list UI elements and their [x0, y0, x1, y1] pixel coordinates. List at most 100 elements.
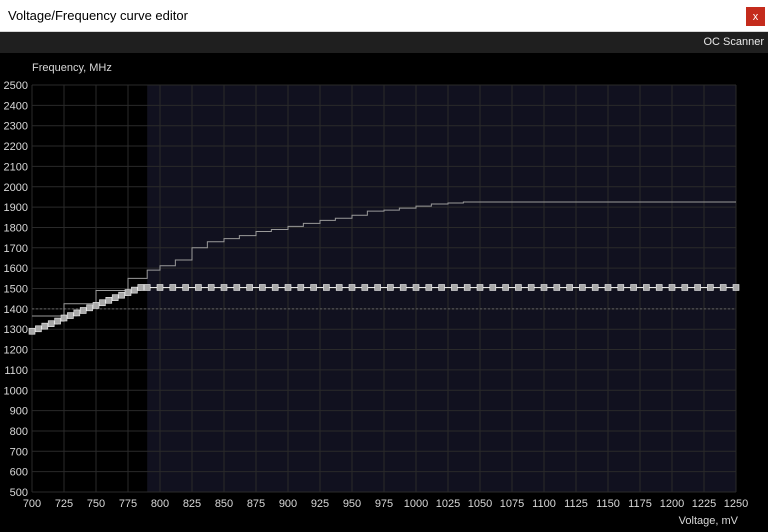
- x-tick-label: 975: [375, 498, 393, 510]
- x-tick-label: 1150: [596, 498, 620, 510]
- x-tick-label: 1250: [724, 498, 748, 510]
- curve-point-handle[interactable]: [54, 317, 61, 325]
- curve-point-handle[interactable]: [156, 284, 164, 291]
- curve-point-handle[interactable]: [207, 284, 215, 291]
- curve-point-handle[interactable]: [553, 284, 561, 291]
- curve-point-handle[interactable]: [374, 284, 381, 291]
- x-tick-label: 1175: [628, 498, 652, 510]
- curve-point-handle[interactable]: [387, 284, 394, 291]
- curve-point-handle[interactable]: [604, 284, 612, 291]
- y-tick-label: 2200: [4, 141, 28, 153]
- curve-point-handle[interactable]: [246, 284, 253, 291]
- y-tick-label: 600: [10, 467, 28, 479]
- y-tick-label: 1500: [4, 284, 28, 296]
- curve-point-handle[interactable]: [438, 284, 445, 291]
- curve-point-handle[interactable]: [233, 284, 241, 291]
- y-tick-label: 800: [10, 426, 28, 438]
- curve-point-handle[interactable]: [35, 325, 42, 333]
- curve-point-handle[interactable]: [451, 284, 458, 291]
- curve-point-handle[interactable]: [476, 284, 484, 291]
- x-tick-label: 700: [23, 498, 41, 510]
- curve-point-handle[interactable]: [540, 284, 548, 291]
- x-tick-label: 1075: [500, 498, 524, 510]
- x-tick-label: 1025: [436, 498, 460, 510]
- curve-point-handle[interactable]: [79, 307, 87, 314]
- curve-point-handle[interactable]: [271, 284, 279, 291]
- curve-point-handle[interactable]: [527, 284, 535, 291]
- curve-point-handle[interactable]: [655, 284, 663, 291]
- curve-point-handle[interactable]: [694, 284, 701, 291]
- curve-point-handle[interactable]: [143, 284, 151, 291]
- curve-point-handle[interactable]: [463, 284, 471, 291]
- x-tick-label: 1125: [564, 498, 588, 510]
- curve-point-handle[interactable]: [86, 304, 93, 312]
- curve-point-handle[interactable]: [105, 297, 113, 304]
- curve-point-handle[interactable]: [707, 284, 714, 291]
- curve-point-handle[interactable]: [732, 284, 740, 291]
- curve-point-handle[interactable]: [579, 284, 586, 291]
- y-tick-label: 2000: [4, 182, 28, 194]
- curve-point-handle[interactable]: [412, 284, 420, 291]
- y-tick-label: 1800: [4, 222, 28, 234]
- y-tick-label: 1700: [4, 243, 28, 255]
- curve-point-handle[interactable]: [617, 284, 625, 291]
- curve-point-handle[interactable]: [182, 284, 189, 291]
- x-tick-label: 725: [55, 498, 73, 510]
- curve-point-handle[interactable]: [323, 284, 330, 291]
- curve-point-handle[interactable]: [348, 284, 356, 291]
- curve-point-handle[interactable]: [515, 284, 522, 291]
- curve-point-handle[interactable]: [111, 294, 119, 301]
- curve-point-handle[interactable]: [92, 302, 100, 309]
- curve-point-handle[interactable]: [643, 284, 650, 291]
- x-tick-label: 875: [247, 498, 265, 510]
- curve-point-handle[interactable]: [118, 291, 125, 299]
- vf-curve-chart[interactable]: 700 725 750 775 800 825 850 875 900 925 950 975 1000…: [0, 0, 768, 532]
- curve-point-handle[interactable]: [284, 284, 292, 291]
- x-tick-label: 1050: [468, 498, 492, 510]
- y-tick-label: 2300: [4, 121, 28, 133]
- curve-point-handle[interactable]: [137, 284, 145, 291]
- curve-point-handle[interactable]: [73, 309, 81, 317]
- curve-point-handle[interactable]: [335, 284, 343, 291]
- curve-point-handle[interactable]: [489, 284, 497, 291]
- curve-point-handle[interactable]: [195, 284, 202, 291]
- curve-point-handle[interactable]: [28, 327, 36, 335]
- curve-point-handle[interactable]: [668, 284, 676, 291]
- y-tick-label: 2400: [4, 100, 28, 112]
- curve-point-handle[interactable]: [297, 284, 305, 291]
- x-tick-label: 925: [311, 498, 329, 510]
- curve-point-handle[interactable]: [502, 284, 509, 291]
- x-tick-label: 750: [87, 498, 105, 510]
- curve-point-handle[interactable]: [47, 320, 55, 328]
- curve-point-handle[interactable]: [681, 284, 689, 291]
- curve-point-handle[interactable]: [425, 284, 433, 291]
- curve-point-handle[interactable]: [719, 284, 727, 291]
- curve-point-handle[interactable]: [169, 284, 177, 291]
- x-tick-label: 1000: [404, 498, 428, 510]
- curve-point-handle[interactable]: [591, 284, 599, 291]
- curve-point-handle[interactable]: [220, 284, 228, 291]
- curve-point-handle[interactable]: [259, 284, 266, 291]
- curve-point-handle[interactable]: [399, 284, 407, 291]
- curve-point-handle[interactable]: [361, 284, 369, 291]
- curve-point-handle[interactable]: [67, 312, 74, 319]
- y-tick-label: 1900: [4, 202, 28, 214]
- y-tick-label: 1000: [4, 385, 28, 397]
- y-tick-label: 900: [10, 406, 28, 418]
- y-tick-label: 1100: [4, 365, 28, 377]
- x-tick-label: 950: [343, 498, 361, 510]
- curve-point-handle[interactable]: [566, 284, 573, 291]
- curve-point-handle[interactable]: [131, 286, 138, 294]
- x-tick-label: 800: [151, 498, 169, 510]
- curve-point-handle[interactable]: [99, 299, 106, 307]
- curve-point-handle[interactable]: [630, 284, 637, 291]
- y-tick-label: 1300: [4, 324, 28, 336]
- y-tick-label: 500: [10, 487, 28, 499]
- curve-point-handle[interactable]: [41, 322, 49, 330]
- y-tick-label: 2100: [4, 161, 28, 173]
- curve-point-handle[interactable]: [60, 314, 68, 322]
- y-tick-label: 2500: [4, 80, 28, 92]
- curve-point-handle[interactable]: [310, 284, 317, 291]
- x-tick-label: 900: [279, 498, 297, 510]
- curve-point-handle[interactable]: [124, 289, 132, 296]
